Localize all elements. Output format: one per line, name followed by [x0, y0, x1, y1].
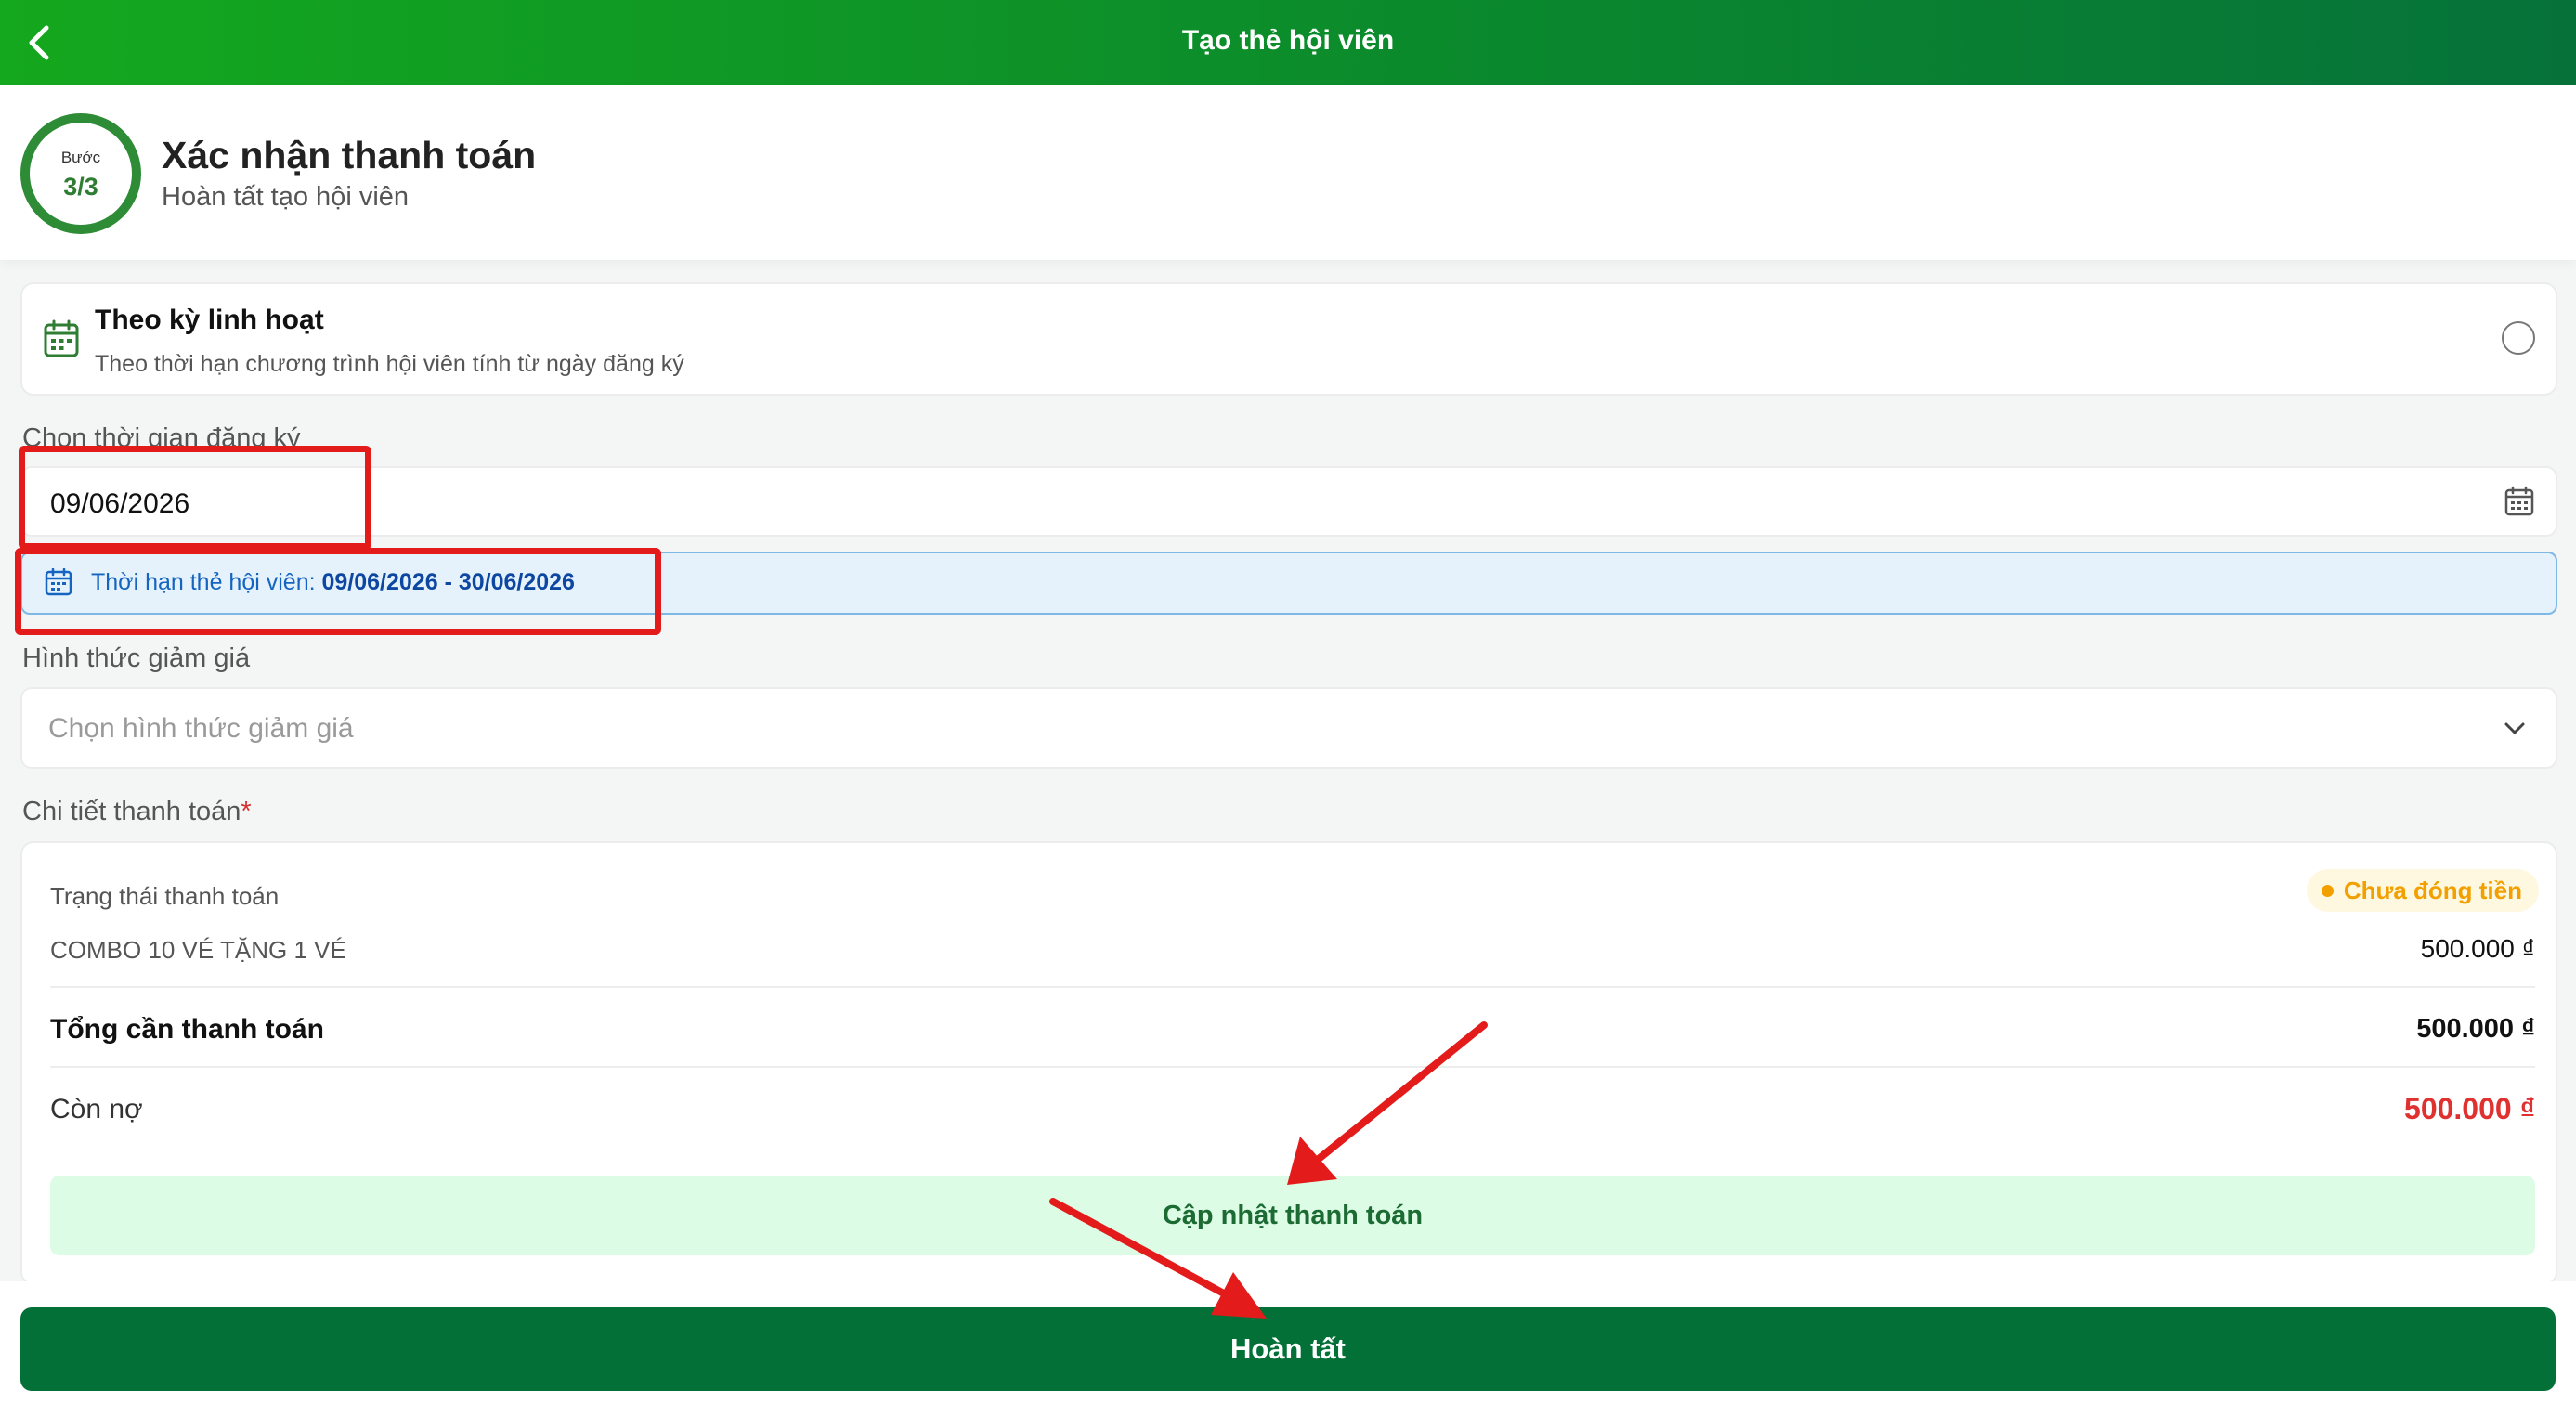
debt-label: Còn nợ — [50, 1094, 143, 1124]
discount-select[interactable]: Chọn hình thức giảm giá — [20, 687, 2557, 769]
calendar-icon[interactable] — [2504, 486, 2535, 517]
debt-value: 500.000 ₫ — [2404, 1092, 2535, 1125]
divider — [50, 986, 2535, 988]
highlight-box — [15, 548, 661, 635]
total-label: Tổng cần thanh toán — [50, 1014, 324, 1045]
step-count: 3/3 — [63, 173, 98, 201]
required-mark: * — [241, 797, 252, 826]
step-indicator: Bước 3/3 — [20, 113, 141, 234]
payment-details-card: Trạng thái thanh toán Chưa đóng tiền COM… — [20, 841, 2557, 1285]
status-dot-icon — [2321, 885, 2334, 897]
discount-label: Hình thức giảm giá — [22, 644, 251, 673]
total-value: 500.000 ₫ — [2416, 1014, 2535, 1044]
chevron-down-icon — [2504, 722, 2525, 734]
payment-status-label: Trạng thái thanh toán — [50, 882, 280, 910]
step-header: Bước 3/3 Xác nhận thanh toán Hoàn tất tạ… — [0, 85, 2576, 260]
divider — [50, 1066, 2535, 1068]
step-subtitle: Hoàn tất tạo hội viên — [162, 182, 410, 212]
plan-option-card[interactable]: Theo kỳ linh hoạt Theo thời hạn chương t… — [20, 282, 2557, 396]
payment-details-label-text: Chi tiết thanh toán — [22, 797, 241, 826]
step-label: Bước — [60, 149, 101, 166]
plan-option-description: Theo thời hạn chương trình hội viên tính… — [95, 351, 684, 377]
top-bar: Tạo thẻ hội viên — [0, 0, 2576, 85]
payment-status-badge: Chưa đóng tiền — [2306, 869, 2539, 912]
plan-option-title: Theo kỳ linh hoạt — [95, 305, 324, 335]
item-name: COMBO 10 VÉ TẶNG 1 VÉ — [50, 936, 346, 964]
update-payment-button[interactable]: Cập nhật thanh toán — [50, 1176, 2535, 1255]
payment-details-label: Chi tiết thanh toán* — [22, 797, 252, 827]
finish-button[interactable]: Hoàn tất — [20, 1307, 2556, 1391]
highlight-box — [19, 446, 371, 550]
calendar-icon — [44, 319, 79, 358]
discount-placeholder: Chọn hình thức giảm giá — [48, 713, 354, 744]
item-price: 500.000 ₫ — [2420, 934, 2535, 963]
step-title: Xác nhận thanh toán — [162, 134, 537, 176]
registration-date-input[interactable]: 09/06/2026 — [20, 466, 2557, 537]
payment-status-text: Chưa đóng tiền — [2343, 877, 2522, 904]
page-title: Tạo thẻ hội viên — [1181, 25, 1395, 56]
plan-option-radio[interactable] — [2502, 321, 2535, 355]
